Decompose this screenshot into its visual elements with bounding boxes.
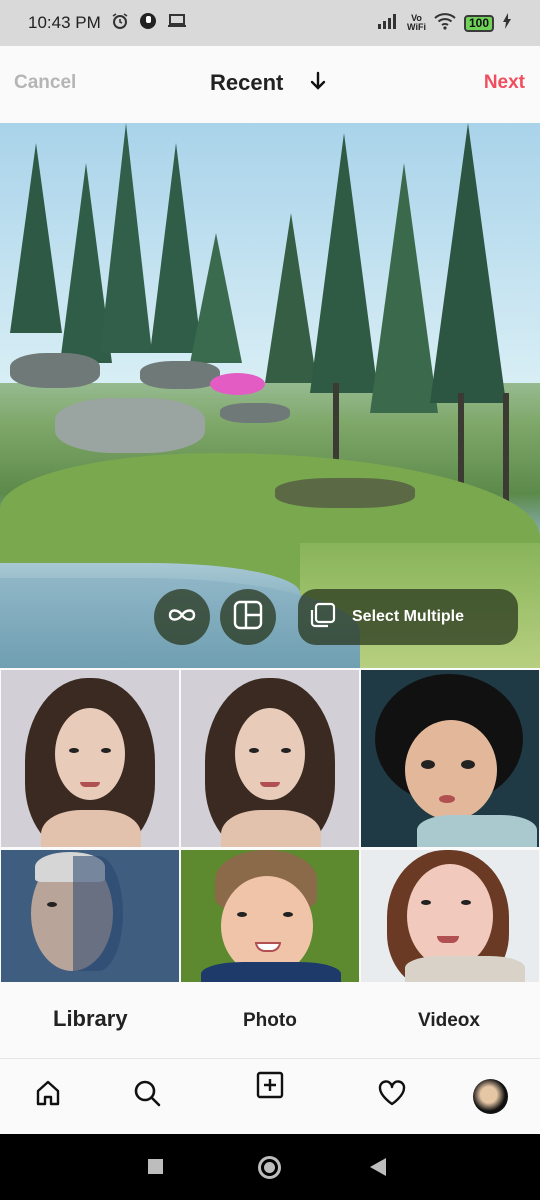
wifi-icon [434, 12, 456, 35]
alarm-icon [111, 12, 129, 35]
album-selector[interactable]: Recent [210, 70, 327, 96]
gallery-thumbnail[interactable] [361, 850, 539, 982]
vowifi-label: Vo WiFi [407, 13, 426, 32]
heart-icon [377, 1079, 407, 1112]
thumbnail-eye [237, 912, 247, 917]
recents-button[interactable] [148, 1159, 163, 1174]
thumbnail-eye [461, 760, 475, 769]
bottom-navigation [0, 1058, 540, 1134]
layout-button[interactable] [220, 589, 276, 645]
header-bar: Cancel Recent Next [0, 46, 540, 123]
thumbnail-eye [69, 748, 79, 753]
preview-tree [10, 143, 62, 333]
thumbnail-shoulders [221, 810, 321, 847]
tab-photo[interactable]: Photo [243, 1010, 297, 1032]
thumbnail-mouth [437, 936, 459, 943]
status-time: 10:43 PM [28, 13, 101, 32]
nav-activity[interactable] [376, 1079, 408, 1111]
select-multiple-label: Select Multiple [352, 608, 465, 625]
layout-icon [233, 600, 263, 635]
thumbnail-shadow [73, 856, 123, 971]
tab-videos[interactable]: Videox [418, 1010, 480, 1032]
home-button[interactable] [258, 1156, 281, 1179]
preview-rock [220, 403, 290, 423]
thumbnail-eye [421, 900, 431, 905]
back-button[interactable] [370, 1158, 386, 1176]
boomerang-button[interactable] [154, 589, 210, 645]
gallery-grid [0, 668, 540, 982]
thumbnail-eye [281, 748, 291, 753]
gallery-thumbnail[interactable] [1, 670, 179, 847]
thumbnail-shoulders [41, 810, 141, 847]
app-notification-icon [139, 12, 157, 35]
thumbnail-eye [421, 760, 435, 769]
album-title: Recent [210, 70, 284, 95]
tree-trunk [458, 393, 464, 483]
preview-rock [10, 353, 100, 388]
preview-tree [190, 233, 242, 363]
nav-search[interactable] [131, 1079, 163, 1111]
thumbnail-mouth [439, 795, 455, 803]
multi-select-icon [310, 602, 336, 633]
thumbnail-face [221, 876, 313, 976]
nav-create[interactable] [254, 1071, 286, 1103]
thumbnail-eye [283, 912, 293, 917]
thumbnail-sweater [405, 956, 525, 982]
preview-tree [430, 123, 506, 403]
thumbnail-mouth [260, 782, 280, 787]
nav-home[interactable] [32, 1079, 64, 1111]
preview-rock [275, 478, 415, 508]
next-button[interactable]: Next [484, 72, 525, 94]
battery-indicator: 100 [463, 14, 494, 32]
profile-avatar[interactable] [473, 1079, 508, 1114]
signal-icon [377, 13, 399, 34]
search-icon [133, 1079, 161, 1112]
thumbnail-eye [249, 748, 259, 753]
infinity-icon [165, 606, 199, 629]
status-bar: 10:43 PM Vo WiFi 100 [0, 0, 540, 46]
cancel-button[interactable]: Cancel [14, 72, 76, 94]
thumbnail-shirt [417, 815, 537, 847]
preview-tree [100, 123, 152, 353]
tab-library[interactable]: Library [53, 1006, 128, 1032]
preview-flowers [210, 373, 265, 395]
home-icon [34, 1079, 62, 1112]
thumbnail-mouth [80, 782, 100, 787]
thumbnail-face [405, 720, 497, 820]
thumbnail-eye [101, 748, 111, 753]
preview-tree [370, 163, 438, 413]
thumbnail-eye [461, 900, 471, 905]
arrow-down-icon [309, 71, 327, 96]
charging-icon [502, 12, 512, 34]
preview-rock [140, 361, 220, 389]
thumbnail-eye [47, 902, 57, 907]
preview-tree [310, 133, 378, 393]
gallery-thumbnail[interactable] [181, 850, 359, 982]
gallery-thumbnail[interactable] [1, 850, 179, 982]
select-multiple-button[interactable]: Select Multiple [298, 589, 518, 645]
source-tabs: Library Photo Videox [0, 982, 540, 1058]
gallery-thumbnail[interactable] [181, 670, 359, 847]
preview-rock [55, 398, 205, 453]
tree-trunk [503, 393, 509, 503]
selected-photo-preview[interactable]: Select Multiple [0, 123, 540, 668]
thumbnail-shirt [201, 962, 341, 982]
status-right: Vo WiFi 100 [377, 12, 512, 35]
system-navigation-bar [0, 1134, 540, 1200]
thumbnail-face [407, 864, 493, 968]
status-left: 10:43 PM [28, 12, 187, 35]
laptop-icon [167, 13, 187, 34]
gallery-thumbnail[interactable] [361, 670, 539, 847]
add-post-icon [256, 1071, 284, 1104]
